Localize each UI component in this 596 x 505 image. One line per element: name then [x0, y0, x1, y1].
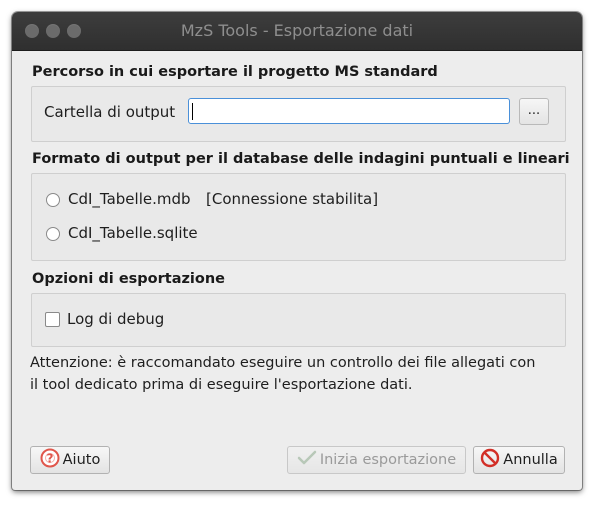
- output-folder-input[interactable]: [188, 98, 510, 124]
- warning-line-1: Attenzione: è raccomandato eseguire un c…: [30, 355, 536, 371]
- format-option-mdb-label: CdI_Tabelle.mdb: [68, 190, 191, 208]
- svg-text:?: ?: [46, 452, 53, 466]
- connection-status-text: [Connessione stabilita]: [206, 190, 379, 208]
- start-export-label: Inizia esportazione: [319, 452, 457, 468]
- format-option-sqlite-label: CdI_Tabelle.sqlite: [68, 224, 198, 242]
- format-group-title: Formato di output per il database delle …: [32, 151, 570, 167]
- debug-log-label: Log di debug: [67, 310, 165, 328]
- output-path-group-title: Percorso in cui esportare il progetto MS…: [32, 64, 438, 80]
- help-icon: ?: [40, 448, 60, 472]
- window-title: MzS Tools - Esportazione dati: [180, 21, 414, 40]
- check-icon: [297, 450, 317, 470]
- warning-line-2: il tool dedicato prima di eseguire l'esp…: [30, 377, 413, 393]
- text-caret: [192, 103, 193, 120]
- radio-mdb[interactable]: [46, 193, 60, 207]
- radio-sqlite[interactable]: [46, 227, 60, 241]
- export-options-group-title: Opzioni di esportazione: [32, 271, 226, 287]
- export-dialog: MzS Tools - Esportazione dati Percorso i…: [12, 12, 582, 490]
- help-button[interactable]: ? Aiuto: [30, 446, 110, 474]
- cancel-icon: [480, 448, 500, 472]
- title-bar[interactable]: MzS Tools - Esportazione dati: [12, 12, 582, 51]
- browse-folder-button[interactable]: ...: [519, 98, 549, 125]
- warning-message: Attenzione: è raccomandato eseguire un c…: [30, 352, 570, 396]
- debug-log-checkbox[interactable]: [45, 312, 60, 327]
- cancel-button[interactable]: Annulla: [473, 446, 565, 474]
- format-group: [31, 173, 566, 261]
- start-export-button[interactable]: Inizia esportazione: [287, 446, 466, 474]
- help-button-label: Aiuto: [62, 452, 101, 468]
- output-folder-label: Cartella di output: [44, 103, 176, 121]
- cancel-button-label: Annulla: [503, 452, 558, 468]
